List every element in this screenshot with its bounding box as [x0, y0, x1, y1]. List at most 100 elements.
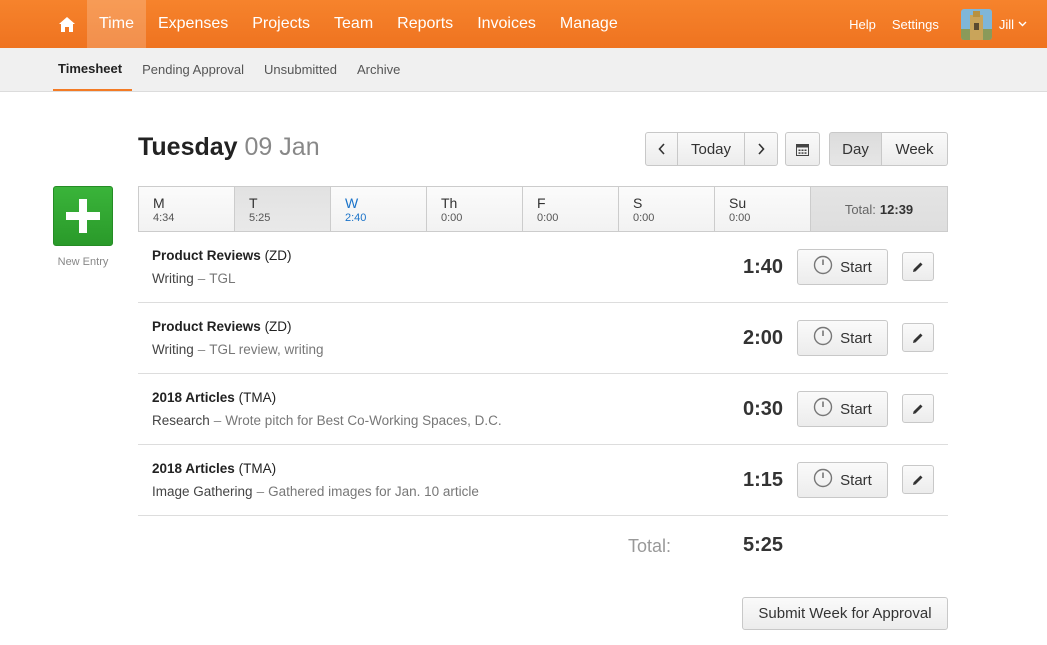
pencil-icon: [912, 332, 924, 344]
entry-task: Research – Wrote pitch for Best Co-Working…: [152, 413, 502, 428]
entry-project-name: Product Reviews: [152, 319, 261, 334]
time-entry-row: Product Reviews (ZD) Writing – TGL review, …: [138, 303, 948, 374]
nav-item-projects[interactable]: Projects: [240, 0, 322, 48]
week-day-m[interactable]: M 4:34: [139, 187, 235, 231]
subnav-item-pending-approval[interactable]: Pending Approval: [132, 48, 254, 91]
entry-project-name: Product Reviews: [152, 248, 261, 263]
entry-task-name: Image Gathering: [152, 484, 253, 499]
edit-entry-button[interactable]: [902, 465, 934, 494]
start-timer-button[interactable]: Start: [797, 249, 888, 285]
home-button[interactable]: [47, 0, 87, 48]
week-day-f[interactable]: F 0:00: [523, 187, 619, 231]
entry-project-name: 2018 Articles: [152, 461, 235, 476]
entry-task-name: Research: [152, 413, 210, 428]
view-week-button[interactable]: Week: [882, 132, 948, 166]
week-day-s[interactable]: S 0:00: [619, 187, 715, 231]
week-total: Total: 12:39: [811, 187, 947, 231]
entry-project-name: 2018 Articles: [152, 390, 235, 405]
entry-list: Product Reviews (ZD) Writing – TGL 1:40 Start…: [138, 232, 948, 516]
chevron-right-icon: [758, 143, 765, 155]
nav-item-team[interactable]: Team: [322, 0, 385, 48]
week-day-label: Su: [729, 195, 747, 211]
pencil-icon: [912, 474, 924, 486]
clock-icon: [813, 326, 833, 350]
clock-icon: [813, 255, 833, 279]
week-day-label: S: [633, 195, 643, 211]
week-day-w[interactable]: W 2:40: [331, 187, 427, 231]
entry-task: Image Gathering – Gathered images for Jan.…: [152, 484, 479, 499]
user-menu[interactable]: Jill: [960, 8, 1027, 40]
week-day-th[interactable]: Th 0:00: [427, 187, 523, 231]
entry-project: Product Reviews (ZD): [152, 319, 292, 334]
next-day-button[interactable]: [745, 132, 778, 166]
settings-link[interactable]: Settings: [884, 17, 947, 32]
entry-project: Product Reviews (ZD): [152, 248, 292, 263]
week-day-hours: 2:40: [345, 212, 367, 224]
edit-entry-button[interactable]: [902, 394, 934, 423]
start-label: Start: [840, 258, 872, 276]
entry-duration: 1:40: [742, 256, 783, 278]
day-total-value: 5:25: [742, 534, 783, 556]
time-entry-row: Product Reviews (ZD) Writing – TGL 1:40 Start: [138, 232, 948, 303]
subnav-item-archive[interactable]: Archive: [347, 48, 410, 91]
user-name: Jill: [998, 16, 1014, 32]
entry-client: (TMA): [238, 461, 277, 476]
day-total-label: Total:: [628, 536, 672, 556]
week-day-label: W: [345, 195, 359, 211]
nav-item-invoices[interactable]: Invoices: [465, 0, 548, 48]
new-entry-label: New Entry: [57, 256, 109, 268]
week-day-hours: 4:34: [153, 212, 175, 224]
week-day-hours: 0:00: [729, 212, 751, 224]
calendar-icon: [796, 143, 809, 156]
entry-note: TGL: [209, 271, 236, 286]
calendar-button[interactable]: [785, 132, 820, 166]
start-timer-button[interactable]: Start: [797, 320, 888, 356]
new-entry-button[interactable]: [53, 186, 113, 246]
top-nav: Time Expenses Projects Team Reports Invoices M…: [0, 0, 1047, 48]
entry-duration: 2:00: [742, 327, 783, 349]
week-day-hours: 0:00: [441, 212, 463, 224]
entry-task: Writing – TGL: [152, 271, 236, 286]
entry-task-name: Writing: [152, 342, 194, 357]
entry-separator: –: [197, 342, 206, 357]
page-title: Tuesday 09 Jan: [138, 133, 320, 162]
week-day-su[interactable]: Su 0:00: [715, 187, 811, 231]
start-timer-button[interactable]: Start: [797, 462, 888, 498]
previous-day-button[interactable]: [645, 132, 678, 166]
entry-duration: 1:15: [742, 469, 783, 491]
today-button[interactable]: Today: [678, 132, 745, 166]
subnav-item-timesheet[interactable]: Timesheet: [53, 48, 133, 91]
chevron-left-icon: [657, 143, 665, 155]
entry-note: Wrote pitch for Best Co-Working Spaces, …: [225, 413, 502, 428]
submit-week-button[interactable]: Submit Week for Approval: [742, 597, 948, 630]
entry-task: Writing – TGL review, writing: [152, 342, 324, 357]
sub-nav: Timesheet Pending Approval Unsubmitted Arch…: [0, 48, 1047, 92]
nav-item-time[interactable]: Time: [87, 0, 146, 48]
week-day-t[interactable]: T 5:25: [235, 187, 331, 231]
chevron-down-icon: [1018, 21, 1027, 27]
week-total-label: Total:: [844, 201, 876, 217]
nav-item-manage[interactable]: Manage: [548, 0, 630, 48]
avatar: [960, 8, 992, 40]
edit-entry-button[interactable]: [902, 252, 934, 281]
nav-item-expenses[interactable]: Expenses: [146, 0, 240, 48]
start-label: Start: [840, 329, 872, 347]
start-label: Start: [840, 400, 872, 418]
week-day-hours: 0:00: [633, 212, 655, 224]
entry-client: (ZD): [264, 248, 292, 263]
day-total: Total: 5:25: [138, 532, 948, 562]
nav-item-reports[interactable]: Reports: [385, 0, 465, 48]
start-timer-button[interactable]: Start: [797, 391, 888, 427]
entry-note: Gathered images for Jan. 10 article: [268, 484, 479, 499]
week-day-label: M: [153, 195, 165, 211]
home-icon: [59, 16, 75, 32]
clock-icon: [813, 468, 833, 492]
help-link[interactable]: Help: [841, 17, 884, 32]
entry-project: 2018 Articles (TMA): [152, 390, 276, 405]
edit-entry-button[interactable]: [902, 323, 934, 352]
entry-separator: –: [256, 484, 265, 499]
week-day-hours: 0:00: [537, 212, 559, 224]
subnav-item-unsubmitted[interactable]: Unsubmitted: [254, 48, 347, 91]
view-day-button[interactable]: Day: [829, 132, 882, 166]
day-date: 09 Jan: [244, 133, 320, 161]
